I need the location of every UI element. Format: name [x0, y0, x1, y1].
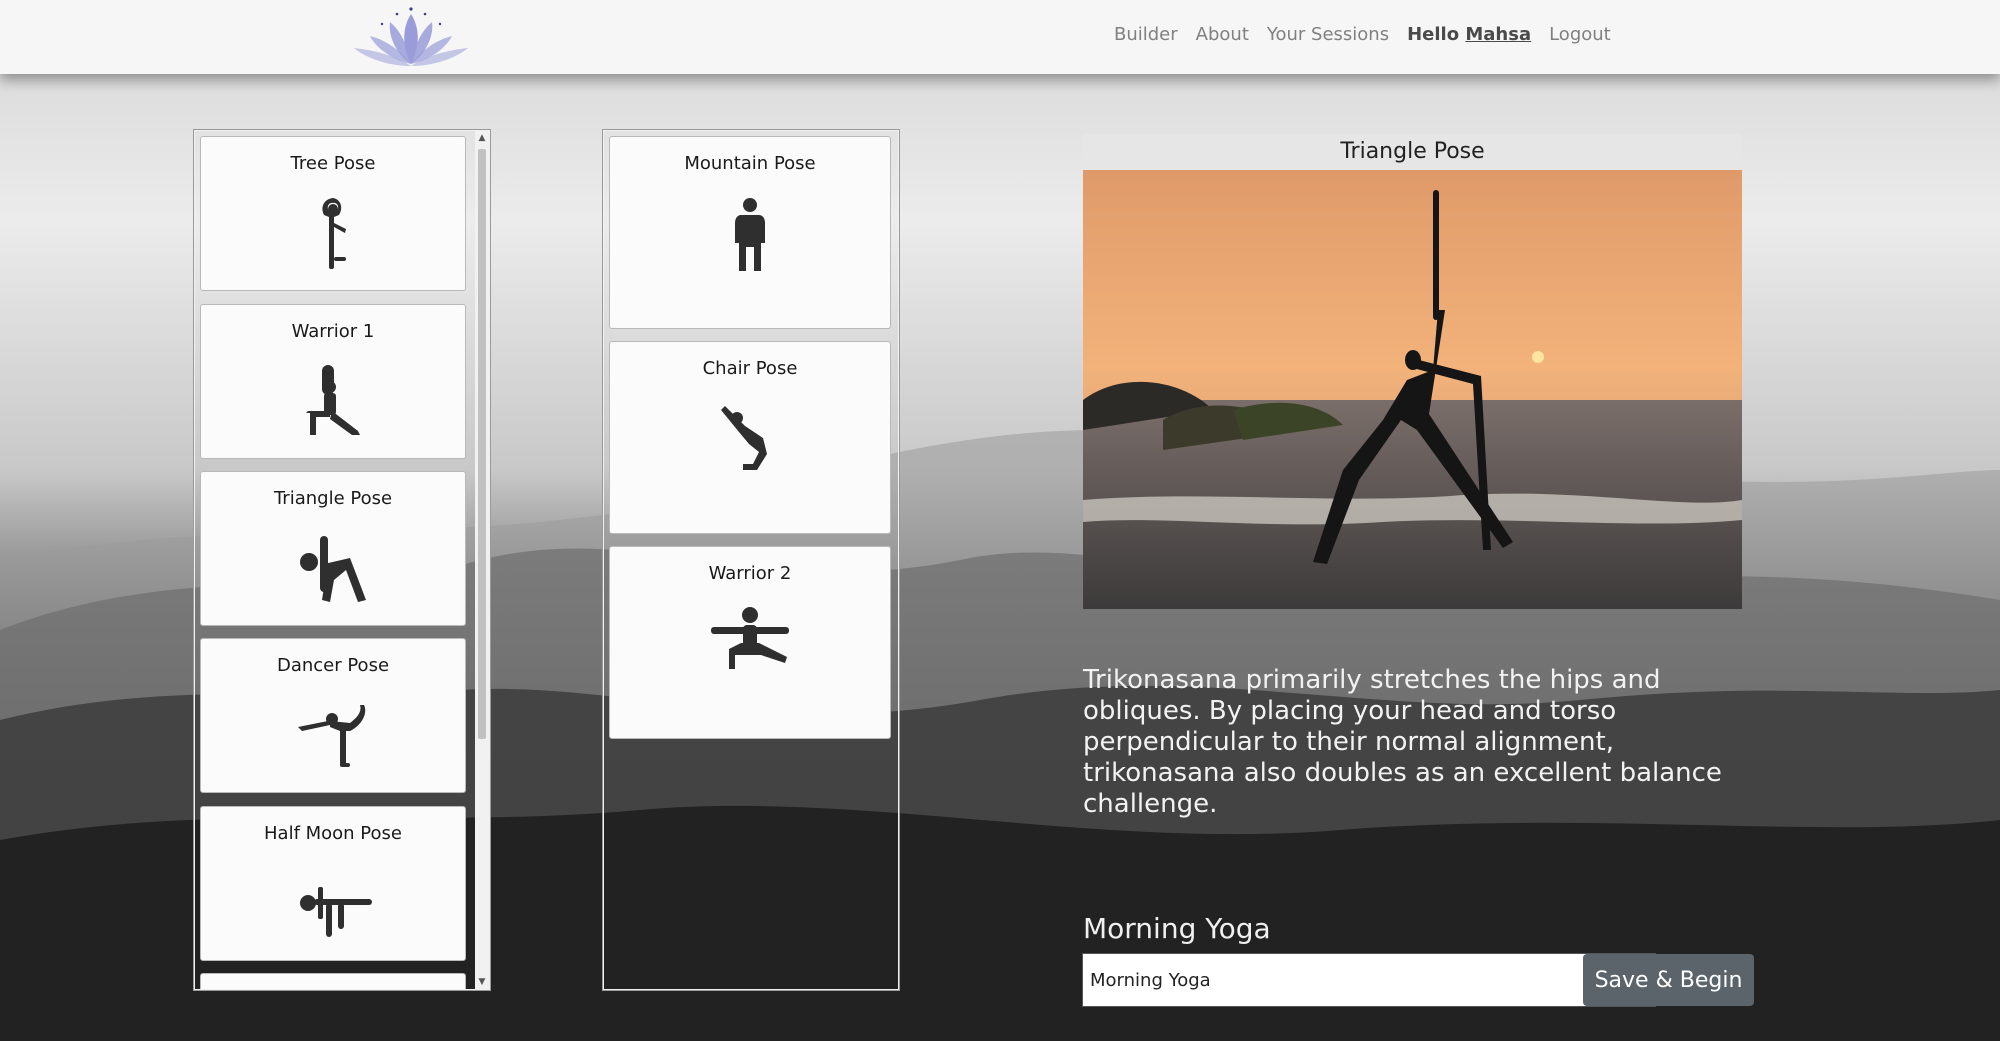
session-card-mountain-pose[interactable]: Mountain Pose — [609, 136, 891, 329]
pose-library-panel[interactable]: Tree Pose Warrior 1 Triangle Pose Dancer… — [193, 129, 491, 991]
dancer-pose-icon — [298, 705, 366, 767]
session-name-input[interactable] — [1082, 953, 1656, 1007]
save-and-begin-button[interactable]: Save & Begin — [1583, 954, 1754, 1006]
pose-card-title: Dancer Pose — [276, 655, 390, 676]
pose-detail-title: Triangle Pose — [1083, 134, 1742, 170]
pose-card-title: Warrior 2 — [708, 563, 792, 584]
pose-card-triangle-pose[interactable]: Triangle Pose — [200, 471, 466, 626]
pose-card-partial[interactable] — [200, 973, 466, 989]
pose-card-title: Mountain Pose — [684, 153, 816, 174]
session-card-warrior-2[interactable]: Warrior 2 — [609, 546, 891, 739]
pose-library-scrollbar[interactable]: ▲ ▼ — [475, 131, 489, 989]
mountain-pose-icon — [735, 198, 765, 271]
chair-pose-icon — [721, 406, 767, 470]
nav-your-sessions-link[interactable]: Your Sessions — [1267, 24, 1389, 45]
username-link[interactable]: Mahsa — [1465, 24, 1531, 45]
half-moon-pose-icon — [300, 887, 372, 937]
pose-card-title: Half Moon Pose — [264, 823, 402, 844]
tree-pose-icon — [322, 198, 346, 269]
pose-card-title: Warrior 1 — [291, 321, 375, 342]
top-navigation-bar: Builder About Your Sessions Hello Mahsa … — [0, 0, 2000, 74]
session-card-chair-pose[interactable]: Chair Pose — [609, 341, 891, 534]
pose-card-title: Tree Pose — [290, 153, 376, 174]
triangle-pose-icon — [300, 536, 366, 602]
pose-card-title: Chair Pose — [702, 358, 798, 379]
pose-detail-photo — [1083, 170, 1742, 609]
pose-card-dancer-pose[interactable]: Dancer Pose — [200, 638, 466, 793]
user-greeting: Hello Mahsa — [1407, 24, 1531, 45]
main-nav: Builder About Your Sessions Hello Mahsa … — [1114, 24, 1629, 45]
scroll-thumb[interactable] — [478, 149, 486, 739]
pose-card-half-moon-pose[interactable]: Half Moon Pose — [200, 806, 466, 961]
warrior-2-icon — [711, 607, 789, 669]
pose-card-tree-pose[interactable]: Tree Pose — [200, 136, 466, 291]
session-name-label: Morning Yoga — [1083, 912, 1271, 945]
pose-card-warrior-1[interactable]: Warrior 1 — [200, 304, 466, 459]
nav-logout-link[interactable]: Logout — [1549, 24, 1611, 45]
greeting-prefix: Hello — [1407, 24, 1460, 45]
nav-builder-link[interactable]: Builder — [1114, 24, 1178, 45]
lotus-logo-icon[interactable] — [352, 6, 470, 68]
pose-description: Trikonasana primarily stretches the hips… — [1083, 665, 1722, 819]
scroll-down-arrow-icon[interactable]: ▼ — [475, 975, 489, 989]
session-sequence-panel[interactable]: Mountain Pose Chair Pose Warrior 2 — [602, 129, 900, 991]
warrior-1-icon — [306, 365, 360, 435]
pose-card-title: Triangle Pose — [273, 488, 393, 509]
nav-about-link[interactable]: About — [1196, 24, 1249, 45]
scroll-up-arrow-icon[interactable]: ▲ — [475, 131, 489, 145]
